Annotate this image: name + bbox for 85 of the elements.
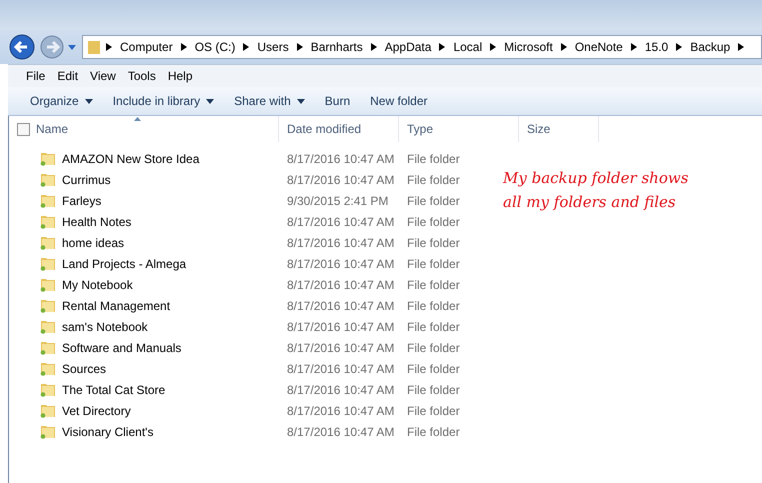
address-bar[interactable]: Computer OS (C:) Users Barnharts AppData Local Microsoft OneNote 15.0 Backup [82, 35, 762, 59]
type-cell-text: File folder [406, 276, 460, 292]
column-header[interactable]: Name [36, 122, 68, 136]
chevron-icon[interactable] [438, 43, 446, 51]
type-cell-text: File folder [406, 172, 460, 188]
type-cell-text: File folder [406, 340, 460, 356]
type-cell-text: File folder [406, 424, 460, 440]
date-cell-text: 8/17/2016 10:47 AM [286, 214, 394, 230]
column-header[interactable]: Size [527, 122, 550, 136]
type-cell-text: File folder [406, 192, 460, 208]
chevron-icon[interactable] [180, 43, 188, 51]
breadcrumb-item[interactable]: Barnharts [308, 40, 366, 54]
select-all-checkbox[interactable] [17, 122, 30, 136]
type-cell-text: File folder [406, 318, 460, 334]
date-cell-text: 8/17/2016 10:47 AM [286, 234, 394, 250]
file-name[interactable]: Sources [62, 360, 106, 376]
type-cell-text: File folder [406, 298, 460, 314]
date-cell-text: 8/17/2016 10:47 AM [286, 402, 394, 418]
file-name[interactable]: sam's Notebook [62, 318, 148, 334]
file-name[interactable]: My Notebook [62, 276, 133, 292]
annotation-text: My backup folder shows all my folders and files [503, 168, 688, 213]
file-name[interactable]: Visionary Client's [62, 424, 154, 440]
caret-icon [206, 98, 214, 104]
date-cell-text: 8/17/2016 10:47 AM [286, 360, 394, 376]
type-cell-text: File folder [406, 256, 460, 272]
file-name[interactable]: Rental Management [62, 298, 170, 314]
date-cell-text: 8/17/2016 10:47 AM [286, 382, 394, 398]
breadcrumb-item[interactable]: Users [254, 40, 292, 54]
breadcrumb-item[interactable]: OneNote [572, 40, 626, 54]
file-name[interactable]: Software and Manuals [62, 340, 182, 356]
breadcrumb-item[interactable]: Microsoft [501, 40, 556, 54]
chevron-icon[interactable] [242, 43, 250, 51]
date-cell-text: 8/17/2016 10:47 AM [286, 298, 394, 314]
date-cell-text: 8/17/2016 10:47 AM [286, 424, 394, 440]
file-name[interactable]: Currimus [62, 172, 111, 188]
column-header[interactable]: Type [407, 122, 434, 136]
menu-item[interactable]: Tools [122, 69, 162, 83]
breadcrumb-item[interactable]: Computer [117, 40, 176, 54]
file-name[interactable]: home ideas [62, 234, 124, 250]
type-cell-text: File folder [406, 234, 460, 250]
menu-item[interactable]: File [20, 69, 52, 83]
type-cell-text: File folder [406, 150, 460, 166]
chevron-icon[interactable] [105, 43, 113, 51]
file-name[interactable]: The Total Cat Store [62, 382, 166, 398]
date-cell-text: 8/17/2016 10:47 AM [286, 318, 394, 334]
caret-icon [84, 98, 93, 104]
breadcrumb-item[interactable]: 15.0 [642, 40, 672, 54]
breadcrumb-item[interactable]: Local [450, 40, 486, 54]
chevron-icon[interactable] [489, 43, 498, 51]
file-name[interactable]: Land Projects - Almega [62, 256, 186, 272]
type-cell-text: File folder [406, 382, 460, 398]
type-cell-text: File folder [406, 360, 460, 376]
chevron-icon[interactable] [630, 43, 638, 51]
back-icon[interactable] [8, 33, 36, 61]
file-name[interactable]: Farleys [62, 192, 102, 208]
file-name[interactable]: AMAZON New Store Idea [62, 150, 200, 166]
chevron-icon[interactable] [370, 43, 378, 51]
caret-icon [296, 98, 305, 104]
toolbar-button[interactable]: Burn [316, 91, 358, 111]
caret-icon[interactable] [68, 44, 76, 50]
breadcrumb-item[interactable]: AppData [382, 40, 434, 54]
type-cell-text: File folder [406, 402, 460, 418]
chevron-icon[interactable] [737, 43, 746, 51]
menu-item[interactable]: View [84, 69, 122, 83]
date-cell-text: 8/17/2016 10:47 AM [286, 172, 394, 188]
date-cell-text: 8/17/2016 10:47 AM [286, 150, 394, 166]
file-name[interactable]: Vet Directory [62, 402, 131, 418]
toolbar-button[interactable]: Organize [22, 91, 101, 111]
type-cell-text: File folder [406, 214, 460, 230]
date-cell-text: 8/17/2016 10:47 AM [286, 340, 394, 356]
date-cell-text: 8/17/2016 10:47 AM [286, 256, 394, 272]
column-header[interactable]: Date modified [287, 122, 362, 136]
chevron-icon[interactable] [296, 43, 304, 51]
toolbar-button[interactable]: New folder [362, 91, 436, 111]
date-cell-text: 9/30/2015 2:41 PM [286, 192, 388, 208]
breadcrumb-item[interactable]: OS (C:) [192, 40, 238, 54]
file-name[interactable]: Health Notes [62, 214, 132, 230]
menu-item[interactable]: Edit [51, 69, 84, 83]
date-cell-text: 8/17/2016 10:47 AM [286, 276, 394, 292]
chevron-icon[interactable] [675, 43, 684, 51]
breadcrumb-item[interactable]: Backup [687, 40, 734, 54]
toolbar-button[interactable]: Share with [226, 91, 313, 111]
chevron-icon[interactable] [560, 43, 568, 51]
toolbar-button[interactable]: Include in library [104, 91, 222, 111]
menu-item[interactable]: Help [162, 69, 199, 83]
